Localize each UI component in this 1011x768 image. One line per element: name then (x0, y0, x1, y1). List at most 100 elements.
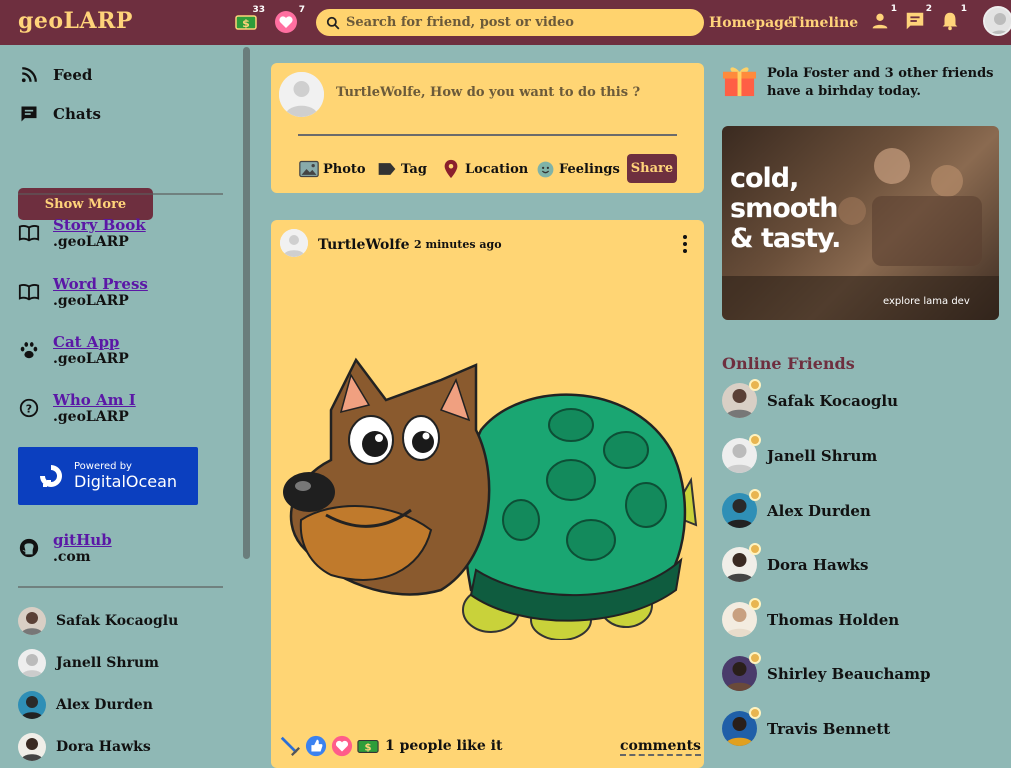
share-option-photo[interactable]: Photo (299, 159, 366, 179)
coins-count: 33 (252, 5, 265, 15)
online-status-dot (749, 434, 761, 446)
friend-name: Travis Bennett (767, 719, 891, 738)
link-sub: .geoLARP (53, 293, 129, 309)
friend-requests-icon[interactable]: 1 (869, 4, 897, 32)
search-input[interactable] (346, 15, 686, 30)
online-friend[interactable]: Thomas Holden (722, 598, 900, 637)
share-option-label: Photo (323, 161, 366, 177)
gift-icon (722, 63, 757, 98)
online-friend[interactable]: Janell Shrum (722, 434, 877, 473)
link-story-book[interactable]: Story Book .geoLARP (18, 216, 146, 250)
link-github[interactable]: gitHub .com (18, 531, 112, 565)
avatar (279, 72, 324, 117)
share-button[interactable]: Share (627, 154, 677, 183)
sidebar-friend[interactable]: Dora Hawks (18, 733, 151, 761)
rss-icon (18, 64, 40, 86)
sidebar-friend[interactable]: Safak Kocaoglu (18, 607, 178, 635)
link-who-am-i[interactable]: ? Who Am I .geoLARP (18, 391, 136, 425)
notifications-icon[interactable]: 1 (939, 4, 967, 32)
sword-icon[interactable] (279, 735, 301, 757)
search-icon (326, 16, 340, 29)
link-sub: .geoLARP (53, 351, 129, 367)
divider (298, 134, 677, 136)
share-card: TurtleWolfe, How do you want to do this … (271, 63, 704, 193)
github-icon (18, 537, 40, 559)
thumbs-up-icon[interactable] (305, 735, 327, 757)
link-word-press[interactable]: Word Press .geoLARP (18, 275, 148, 309)
photo-icon (299, 159, 319, 179)
ad-title-line: smooth (730, 193, 838, 224)
chat-icon (18, 103, 40, 125)
friend-name: Thomas Holden (767, 610, 900, 629)
friend-name: Safak Kocaoglu (767, 391, 899, 410)
comments-link[interactable]: comments (620, 738, 701, 756)
post-username[interactable]: TurtleWolfe (318, 237, 410, 253)
link-title[interactable]: Story Book (53, 216, 146, 234)
hearts-icon[interactable]: 7 (273, 5, 305, 35)
birthday-notice: Pola Foster and 3 other friends have a b… (722, 63, 1002, 101)
share-option-feelings[interactable]: Feelings (535, 159, 620, 179)
search-bar[interactable] (316, 9, 704, 36)
svg-text:?: ? (26, 403, 32, 416)
powered-by-label: Powered by (74, 461, 132, 472)
divider (18, 586, 223, 588)
app-logo[interactable]: geoLARP (18, 8, 133, 34)
svg-text:$: $ (364, 743, 371, 754)
ad-title: cold, smooth & tasty. (730, 164, 841, 254)
money-icon[interactable]: $ (357, 735, 379, 757)
online-friend[interactable]: Dora Hawks (722, 543, 869, 582)
share-option-label: Tag (401, 161, 427, 177)
link-sub: .com (53, 549, 91, 565)
link-title[interactable]: Word Press (53, 275, 148, 293)
friend-requests-badge: 1 (890, 4, 897, 14)
question-icon: ? (18, 397, 40, 419)
smiley-icon (535, 159, 555, 179)
sidebar-scrollbar[interactable] (243, 47, 250, 559)
friend-name: Dora Hawks (56, 739, 151, 755)
share-input[interactable]: TurtleWolfe, How do you want to do this … (336, 85, 676, 100)
online-status-dot (749, 652, 761, 664)
link-title[interactable]: Who Am I (53, 391, 136, 409)
svg-text:$: $ (242, 17, 250, 30)
share-option-tag[interactable]: Tag (377, 159, 427, 179)
advertisement-banner[interactable]: cold, smooth & tasty. explore lama dev (722, 126, 999, 320)
heart-icon[interactable] (331, 735, 353, 757)
online-status-dot (749, 707, 761, 719)
link-title[interactable]: gitHub (53, 531, 112, 549)
messages-icon[interactable]: 2 (904, 4, 932, 32)
sidebar-item-chats[interactable]: Chats (18, 103, 101, 125)
post-image-turtle-wolf[interactable] (271, 340, 704, 641)
online-friend[interactable]: Travis Bennett (722, 707, 891, 746)
sidebar-item-feed[interactable]: Feed (18, 64, 92, 86)
post-reactions: $ 1 people like it (279, 735, 502, 757)
sidebar-friend[interactable]: Alex Durden (18, 691, 153, 719)
link-cat-app[interactable]: Cat App .geoLARP (18, 333, 129, 367)
digitalocean-banner[interactable]: Powered by DigitalOcean (18, 447, 198, 505)
online-friend[interactable]: Safak Kocaoglu (722, 379, 899, 418)
sidebar-friend[interactable]: Janell Shrum (18, 649, 159, 677)
sidebar-item-label: Feed (53, 66, 93, 84)
ad-footer: explore lama dev (883, 296, 970, 307)
online-friend[interactable]: Alex Durden (722, 489, 871, 528)
more-vert-icon[interactable] (676, 234, 694, 254)
topbar: geoLARP $ 33 7 Homepage Timeline 1 2 1 (0, 0, 1011, 45)
tag-icon (377, 159, 397, 179)
homepage-link[interactable]: Homepage (709, 15, 793, 31)
avatar (18, 649, 46, 677)
birthday-text: Pola Foster and 3 other friends have a b… (767, 66, 994, 99)
ad-title-line: & tasty. (730, 223, 841, 254)
friend-name: Dora Hawks (767, 555, 869, 574)
link-sub: .geoLARP (53, 234, 129, 250)
notifications-badge: 1 (960, 4, 967, 14)
avatar[interactable] (280, 229, 308, 257)
share-option-location[interactable]: Location (441, 159, 528, 179)
book-icon (18, 222, 40, 244)
coins-icon[interactable]: $ 33 (233, 5, 265, 35)
profile-avatar[interactable] (983, 6, 1011, 36)
timeline-link[interactable]: Timeline (789, 15, 858, 31)
online-friend[interactable]: Shirley Beauchamp (722, 652, 930, 691)
link-title[interactable]: Cat App (53, 333, 129, 351)
avatar (18, 607, 46, 635)
divider (18, 193, 223, 195)
avatar (18, 691, 46, 719)
